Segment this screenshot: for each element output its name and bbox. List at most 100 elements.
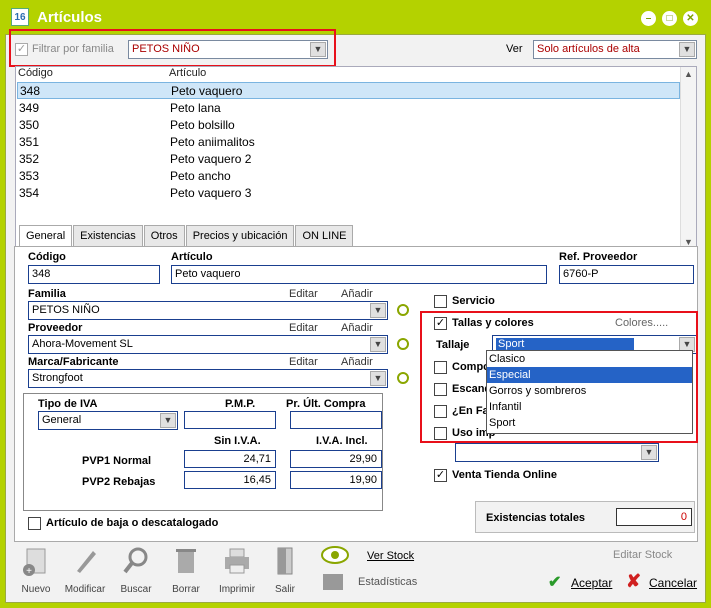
- stats-icon[interactable]: [323, 574, 343, 590]
- svg-text:+: +: [26, 566, 32, 577]
- pvp2-con-iva-field[interactable]: 19,90: [290, 471, 382, 489]
- cancelar-button[interactable]: Cancelar: [649, 576, 697, 590]
- baja-checkbox[interactable]: [28, 517, 41, 530]
- modificar-button[interactable]: Modificar: [61, 545, 109, 595]
- list-item[interactable]: 352 Peto vaquero 2: [17, 151, 680, 168]
- nuevo-button[interactable]: + Nuevo: [12, 545, 60, 595]
- tallas-colores-checkbox[interactable]: ✓: [434, 317, 447, 330]
- compo-checkbox[interactable]: [434, 361, 447, 374]
- existencias-label: Existencias totales: [486, 512, 586, 524]
- eye-icon[interactable]: [320, 545, 350, 565]
- key-icon[interactable]: [397, 338, 409, 350]
- pvp1-sin-iva-field[interactable]: 24,71: [184, 450, 276, 468]
- ver-stock-link[interactable]: Ver Stock: [367, 550, 414, 562]
- familia-editar-link[interactable]: Editar: [289, 288, 318, 300]
- tipo-iva-select[interactable]: General ▼: [38, 411, 178, 430]
- tab-precios[interactable]: Precios y ubicación: [185, 225, 295, 247]
- list-item[interactable]: 354 Peto vaquero 3: [17, 185, 680, 202]
- codigo-field[interactable]: 348: [28, 265, 160, 284]
- familia-select[interactable]: PETOS NIÑO ▼: [28, 301, 388, 320]
- pmp-field[interactable]: [184, 411, 276, 429]
- marca-select[interactable]: Strongfoot ▼: [28, 369, 388, 388]
- tab-online[interactable]: ON LINE: [295, 225, 354, 247]
- ref-proveedor-field[interactable]: 6760-P: [559, 265, 694, 284]
- estadisticas-link[interactable]: Estadísticas: [358, 576, 417, 588]
- key-icon[interactable]: [397, 372, 409, 384]
- pr-ult-compra-label: Pr. Últ. Compra: [286, 398, 366, 410]
- chevron-down-icon: ▼: [370, 303, 386, 318]
- list-item[interactable]: 348 Peto vaquero: [17, 82, 680, 99]
- escanda-checkbox[interactable]: [434, 383, 447, 396]
- title-bar: 16 Artículos – □ ✕: [5, 0, 706, 34]
- articulo-field[interactable]: Peto vaquero: [171, 265, 547, 284]
- ref-proveedor-label: Ref. Proveedor: [559, 251, 638, 263]
- en-fav-checkbox[interactable]: [434, 405, 447, 418]
- familia-anadir-link[interactable]: Añadir: [341, 288, 373, 300]
- proveedor-anadir-link[interactable]: Añadir: [341, 322, 373, 334]
- magnifier-icon: [123, 547, 148, 574]
- uso-imp-checkbox[interactable]: [434, 427, 447, 440]
- tallaje-option[interactable]: Sport: [487, 415, 692, 431]
- tallaje-option[interactable]: Clasico: [487, 351, 692, 367]
- new-document-icon: +: [23, 548, 46, 577]
- familia-value: PETOS NIÑO: [32, 304, 100, 316]
- list-item[interactable]: 351 Peto aniimalitos: [17, 134, 680, 151]
- compo-label: Compo: [452, 361, 490, 373]
- venta-online-checkbox[interactable]: ✓: [434, 469, 447, 482]
- servicio-label: Servicio: [452, 295, 495, 307]
- key-icon[interactable]: [397, 304, 409, 316]
- ver-select[interactable]: Solo artículos de alta ▼: [533, 40, 697, 59]
- buscar-button[interactable]: Buscar: [112, 545, 160, 595]
- close-button[interactable]: ✕: [683, 11, 698, 26]
- chevron-up-icon[interactable]: ▲: [681, 69, 696, 79]
- tallaje-option[interactable]: Especial: [487, 367, 692, 383]
- tab-existencias[interactable]: Existencias: [73, 225, 143, 247]
- list-scrollbar[interactable]: ▲ ▼: [680, 67, 696, 249]
- client-area: ✓ Filtrar por familia PETOS NIÑO ▼ Ver S…: [5, 29, 706, 603]
- colores-link[interactable]: Colores.....: [615, 317, 668, 329]
- app-icon: 16: [11, 8, 29, 26]
- header-articulo: Artículo: [169, 67, 207, 79]
- precios-box: Tipo de IVA General ▼ P.M.P. Pr. Últ. Co…: [23, 393, 383, 511]
- tab-otros[interactable]: Otros: [143, 225, 185, 247]
- list-item[interactable]: 350 Peto bolsillo: [17, 117, 680, 134]
- list-item[interactable]: 349 Peto lana: [17, 100, 680, 117]
- salir-button[interactable]: Salir: [261, 545, 309, 595]
- proveedor-select[interactable]: Ahora-Movement SL ▼: [28, 335, 388, 354]
- tab-bar: General Existencias Otros Precios y ubic…: [19, 225, 354, 249]
- pvp1-con-iva-field[interactable]: 29,90: [290, 450, 382, 468]
- filtrar-familia-label: Filtrar por familia: [32, 43, 114, 55]
- borrar-button[interactable]: Borrar: [162, 545, 210, 595]
- list-header: Código Artículo: [16, 67, 680, 81]
- tallaje-option[interactable]: Infantil: [487, 399, 692, 415]
- pvp2-label: PVP2 Rebajas: [82, 476, 156, 488]
- familia-filter-select[interactable]: PETOS NIÑO ▼: [128, 40, 328, 59]
- tipo-iva-value: General: [42, 414, 82, 426]
- chevron-down-icon: ▼: [370, 337, 386, 352]
- existencias-field: 0: [616, 508, 692, 526]
- filtrar-familia-checkbox[interactable]: ✓: [15, 43, 28, 56]
- proveedor-editar-link[interactable]: Editar: [289, 322, 318, 334]
- articles-list[interactable]: Código Artículo 348 Peto vaquero 349 Peto …: [15, 66, 697, 250]
- door-icon: [277, 547, 293, 575]
- marca-anadir-link[interactable]: Añadir: [341, 356, 373, 368]
- maximize-button[interactable]: □: [662, 11, 677, 26]
- list-item[interactable]: 353 Peto ancho: [17, 168, 680, 185]
- tallaje-dropdown-list[interactable]: Clasico Especial Gorros y sombreros Infa…: [486, 350, 693, 434]
- ver-value: Solo artículos de alta: [537, 43, 640, 55]
- minimize-button[interactable]: –: [641, 11, 656, 26]
- impresora-select[interactable]: ▼: [455, 443, 659, 462]
- servicio-checkbox[interactable]: [434, 295, 447, 308]
- pvp2-sin-iva-field[interactable]: 16,45: [184, 471, 276, 489]
- chevron-down-icon: ▼: [160, 413, 176, 428]
- imprimir-button[interactable]: Imprimir: [213, 545, 261, 595]
- aceptar-button[interactable]: Aceptar: [571, 576, 612, 590]
- pr-ult-compra-field[interactable]: [290, 411, 382, 429]
- editar-stock-button[interactable]: Editar Stock: [613, 549, 672, 561]
- marca-value: Strongfoot: [32, 372, 83, 384]
- sin-iva-label: Sin I.V.A.: [214, 435, 261, 447]
- marca-editar-link[interactable]: Editar: [289, 356, 318, 368]
- codigo-label: Código: [28, 251, 66, 263]
- tallaje-option[interactable]: Gorros y sombreros: [487, 383, 692, 399]
- venta-online-label: Venta Tienda Online: [452, 469, 557, 481]
